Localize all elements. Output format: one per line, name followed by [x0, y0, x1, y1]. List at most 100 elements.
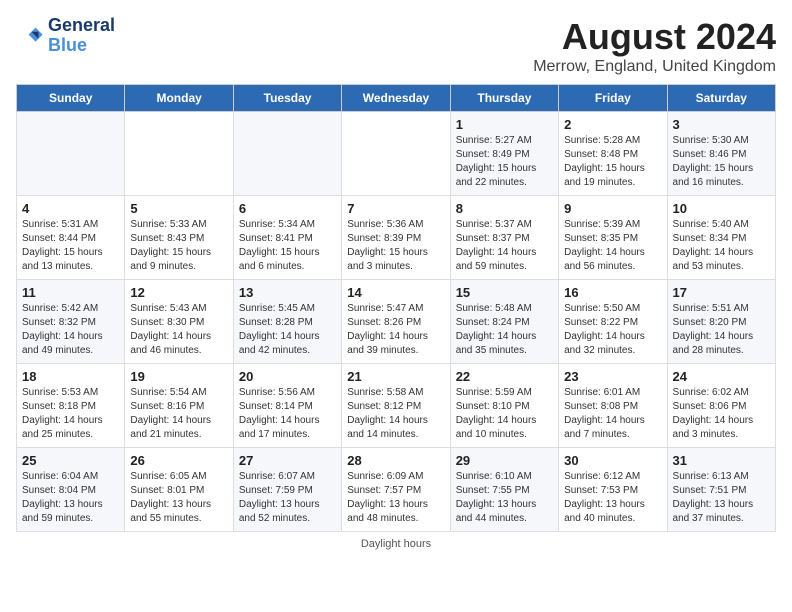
calendar-cell: 29Sunrise: 6:10 AM Sunset: 7:55 PM Dayli… [450, 448, 558, 532]
day-info: Sunrise: 6:12 AM Sunset: 7:53 PM Dayligh… [564, 470, 661, 526]
day-number: 23 [564, 369, 661, 384]
day-number: 16 [564, 285, 661, 300]
calendar-cell [125, 112, 233, 196]
col-header-thursday: Thursday [450, 85, 558, 112]
day-number: 10 [673, 201, 770, 216]
day-info: Sunrise: 5:27 AM Sunset: 8:49 PM Dayligh… [456, 134, 553, 190]
calendar-cell: 7Sunrise: 5:36 AM Sunset: 8:39 PM Daylig… [342, 196, 450, 280]
day-number: 18 [22, 369, 119, 384]
calendar-cell: 11 Sunrise: 5:42 AM Sunset: 8:32 PM Dayli… [17, 280, 125, 364]
calendar-cell: 19 Sunrise: 5:54 AM Sunset: 8:16 PM Dayli… [125, 364, 233, 448]
calendar-cell: 27 Sunrise: 6:07 AM Sunset: 7:59 PM Dayli… [233, 448, 341, 532]
calendar-cell [233, 112, 341, 196]
day-info: Sunrise: 5:53 AM Sunset: 8:18 PM Dayligh… [22, 386, 119, 442]
day-info: Sunrise: 5:40 AM Sunset: 8:34 PM Dayligh… [673, 218, 770, 274]
day-number: 27 [239, 453, 336, 468]
calendar-cell: 28Sunrise: 6:09 AM Sunset: 7:57 PM Dayli… [342, 448, 450, 532]
day-number: 4 [22, 201, 119, 216]
day-info: Sunrise: 6:02 AM Sunset: 8:06 PM Dayligh… [673, 386, 770, 442]
day-info: Sunrise: 5:56 AM Sunset: 8:14 PM Dayligh… [239, 386, 336, 442]
calendar-cell: 1Sunrise: 5:27 AM Sunset: 8:49 PM Daylig… [450, 112, 558, 196]
calendar-cell: 6 Sunrise: 5:34 AM Sunset: 8:41 PM Daylig… [233, 196, 341, 280]
week-row-5: 25 Sunrise: 6:04 AM Sunset: 8:04 PM Dayli… [17, 448, 776, 532]
calendar-cell: 24Sunrise: 6:02 AM Sunset: 8:06 PM Dayli… [667, 364, 775, 448]
day-number: 7 [347, 201, 444, 216]
day-info: Sunrise: 6:10 AM Sunset: 7:55 PM Dayligh… [456, 470, 553, 526]
day-info: Sunrise: 5:54 AM Sunset: 8:16 PM Dayligh… [130, 386, 227, 442]
calendar-table: SundayMondayTuesdayWednesdayThursdayFrid… [16, 84, 776, 532]
calendar-cell [342, 112, 450, 196]
day-number: 15 [456, 285, 553, 300]
calendar-cell: 18 Sunrise: 5:53 AM Sunset: 8:18 PM Dayli… [17, 364, 125, 448]
calendar-cell: 22 Sunrise: 5:59 AM Sunset: 8:10 PM Dayli… [450, 364, 558, 448]
calendar-header-row: SundayMondayTuesdayWednesdayThursdayFrid… [17, 85, 776, 112]
day-info: Sunrise: 5:43 AM Sunset: 8:30 PM Dayligh… [130, 302, 227, 358]
day-number: 8 [456, 201, 553, 216]
day-info: Sunrise: 5:39 AM Sunset: 8:35 PM Dayligh… [564, 218, 661, 274]
subtitle: Merrow, England, United Kingdom [533, 58, 776, 76]
calendar-cell: 8 Sunrise: 5:37 AM Sunset: 8:37 PM Daylig… [450, 196, 558, 280]
calendar-cell: 23 Sunrise: 6:01 AM Sunset: 8:08 PM Dayli… [559, 364, 667, 448]
day-number: 6 [239, 201, 336, 216]
day-info: Sunrise: 5:42 AM Sunset: 8:32 PM Dayligh… [22, 302, 119, 358]
day-number: 21 [347, 369, 444, 384]
day-number: 11 [22, 285, 119, 300]
day-number: 9 [564, 201, 661, 216]
week-row-4: 18 Sunrise: 5:53 AM Sunset: 8:18 PM Dayli… [17, 364, 776, 448]
calendar-cell: 25 Sunrise: 6:04 AM Sunset: 8:04 PM Dayli… [17, 448, 125, 532]
calendar-cell: 2 Sunrise: 5:28 AM Sunset: 8:48 PM Daylig… [559, 112, 667, 196]
day-number: 2 [564, 117, 661, 132]
day-info: Sunrise: 6:09 AM Sunset: 7:57 PM Dayligh… [347, 470, 444, 526]
day-info: Sunrise: 5:59 AM Sunset: 8:10 PM Dayligh… [456, 386, 553, 442]
calendar-cell: 21 Sunrise: 5:58 AM Sunset: 8:12 PM Dayli… [342, 364, 450, 448]
header: General Blue August 2024 Merrow, England… [16, 16, 776, 76]
day-number: 17 [673, 285, 770, 300]
col-header-wednesday: Wednesday [342, 85, 450, 112]
calendar-cell: 12 Sunrise: 5:43 AM Sunset: 8:30 PM Dayli… [125, 280, 233, 364]
day-info: Sunrise: 5:48 AM Sunset: 8:24 PM Dayligh… [456, 302, 553, 358]
calendar-cell: 9 Sunrise: 5:39 AM Sunset: 8:35 PM Daylig… [559, 196, 667, 280]
day-number: 3 [673, 117, 770, 132]
day-number: 19 [130, 369, 227, 384]
calendar-cell: 10 Sunrise: 5:40 AM Sunset: 8:34 PM Dayli… [667, 196, 775, 280]
col-header-tuesday: Tuesday [233, 85, 341, 112]
day-info: Sunrise: 6:04 AM Sunset: 8:04 PM Dayligh… [22, 470, 119, 526]
day-info: Sunrise: 5:58 AM Sunset: 8:12 PM Dayligh… [347, 386, 444, 442]
title-area: August 2024 Merrow, England, United King… [533, 16, 776, 76]
week-row-1: 1Sunrise: 5:27 AM Sunset: 8:49 PM Daylig… [17, 112, 776, 196]
day-info: Sunrise: 5:33 AM Sunset: 8:43 PM Dayligh… [130, 218, 227, 274]
day-info: Sunrise: 5:45 AM Sunset: 8:28 PM Dayligh… [239, 302, 336, 358]
day-info: Sunrise: 5:47 AM Sunset: 8:26 PM Dayligh… [347, 302, 444, 358]
col-header-saturday: Saturday [667, 85, 775, 112]
calendar-cell: 5Sunrise: 5:33 AM Sunset: 8:43 PM Daylig… [125, 196, 233, 280]
logo-text-line1: General [48, 16, 115, 36]
calendar-cell: 15 Sunrise: 5:48 AM Sunset: 8:24 PM Dayli… [450, 280, 558, 364]
col-header-friday: Friday [559, 85, 667, 112]
day-info: Sunrise: 5:34 AM Sunset: 8:41 PM Dayligh… [239, 218, 336, 274]
calendar-cell: 16 Sunrise: 5:50 AM Sunset: 8:22 PM Dayli… [559, 280, 667, 364]
logo-icon [16, 22, 44, 50]
calendar-cell: 17 Sunrise: 5:51 AM Sunset: 8:20 PM Dayli… [667, 280, 775, 364]
day-info: Sunrise: 5:37 AM Sunset: 8:37 PM Dayligh… [456, 218, 553, 274]
day-info: Sunrise: 6:07 AM Sunset: 7:59 PM Dayligh… [239, 470, 336, 526]
day-number: 22 [456, 369, 553, 384]
col-header-monday: Monday [125, 85, 233, 112]
logo: General Blue [16, 16, 115, 56]
col-header-sunday: Sunday [17, 85, 125, 112]
day-info: Sunrise: 5:30 AM Sunset: 8:46 PM Dayligh… [673, 134, 770, 190]
calendar-cell: 3 Sunrise: 5:30 AM Sunset: 8:46 PM Daylig… [667, 112, 775, 196]
day-info: Sunrise: 6:01 AM Sunset: 8:08 PM Dayligh… [564, 386, 661, 442]
day-number: 31 [673, 453, 770, 468]
day-info: Sunrise: 5:50 AM Sunset: 8:22 PM Dayligh… [564, 302, 661, 358]
day-number: 12 [130, 285, 227, 300]
week-row-2: 4Sunrise: 5:31 AM Sunset: 8:44 PM Daylig… [17, 196, 776, 280]
day-number: 25 [22, 453, 119, 468]
day-info: Sunrise: 5:28 AM Sunset: 8:48 PM Dayligh… [564, 134, 661, 190]
week-row-3: 11 Sunrise: 5:42 AM Sunset: 8:32 PM Dayli… [17, 280, 776, 364]
day-number: 20 [239, 369, 336, 384]
day-info: Sunrise: 5:51 AM Sunset: 8:20 PM Dayligh… [673, 302, 770, 358]
calendar-cell: 30Sunrise: 6:12 AM Sunset: 7:53 PM Dayli… [559, 448, 667, 532]
calendar-cell: 13Sunrise: 5:45 AM Sunset: 8:28 PM Dayli… [233, 280, 341, 364]
day-info: Sunrise: 6:05 AM Sunset: 8:01 PM Dayligh… [130, 470, 227, 526]
calendar-cell: 31Sunrise: 6:13 AM Sunset: 7:51 PM Dayli… [667, 448, 775, 532]
